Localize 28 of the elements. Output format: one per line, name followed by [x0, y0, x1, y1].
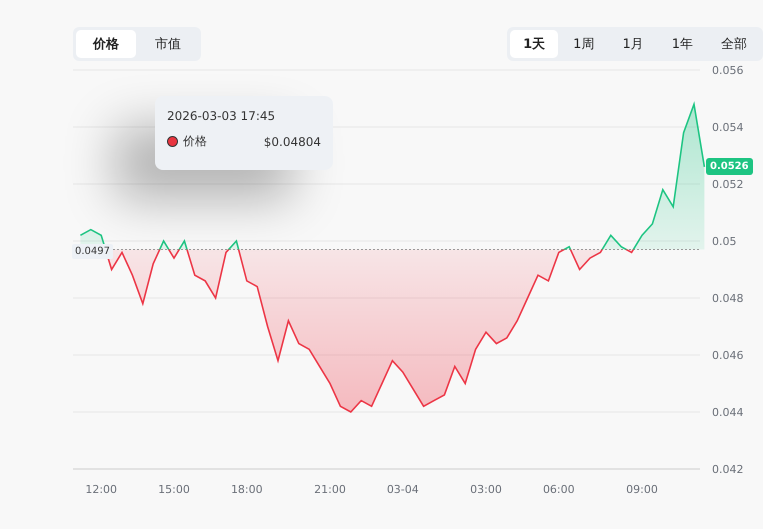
y-axis-label: 0.056: [712, 64, 744, 77]
range-tab[interactable]: 全部: [708, 30, 760, 58]
x-axis-label: 06:00: [542, 483, 575, 496]
x-axis-label: 21:00: [314, 483, 346, 496]
tooltip-time: 2026-03-03 17:45: [167, 109, 276, 123]
range-tab[interactable]: 1天: [510, 30, 558, 58]
y-axis-label: 0.048: [712, 292, 744, 305]
x-axis-label: 09:00: [626, 483, 658, 496]
y-axis-label: 0.05: [712, 235, 736, 248]
range-tab[interactable]: 1周: [560, 30, 608, 58]
x-axis-label: 15:00: [158, 483, 190, 496]
range-tab[interactable]: 1月: [609, 30, 657, 58]
y-axis-label: 0.052: [712, 178, 744, 191]
view-tab[interactable]: 价格: [76, 30, 136, 58]
x-axis-label: 18:00: [230, 483, 263, 496]
series-label: 价格: [183, 133, 207, 150]
x-axis-label: 03-04: [386, 483, 419, 496]
x-axis-label: 03:00: [470, 483, 502, 496]
y-axis-label: 0.042: [712, 463, 744, 476]
y-axis-label: 0.054: [712, 121, 744, 134]
view-tab[interactable]: 市值: [138, 30, 198, 58]
range-tab[interactable]: 1年: [658, 30, 706, 58]
reference-label: 0.0497: [72, 244, 113, 259]
last-price-label: 0.0526: [706, 158, 753, 175]
y-axis-label: 0.044: [712, 406, 744, 419]
series-value: $0.04804: [264, 134, 321, 148]
x-axis-label: 12:00: [85, 483, 118, 496]
y-axis-label: 0.046: [712, 349, 744, 362]
